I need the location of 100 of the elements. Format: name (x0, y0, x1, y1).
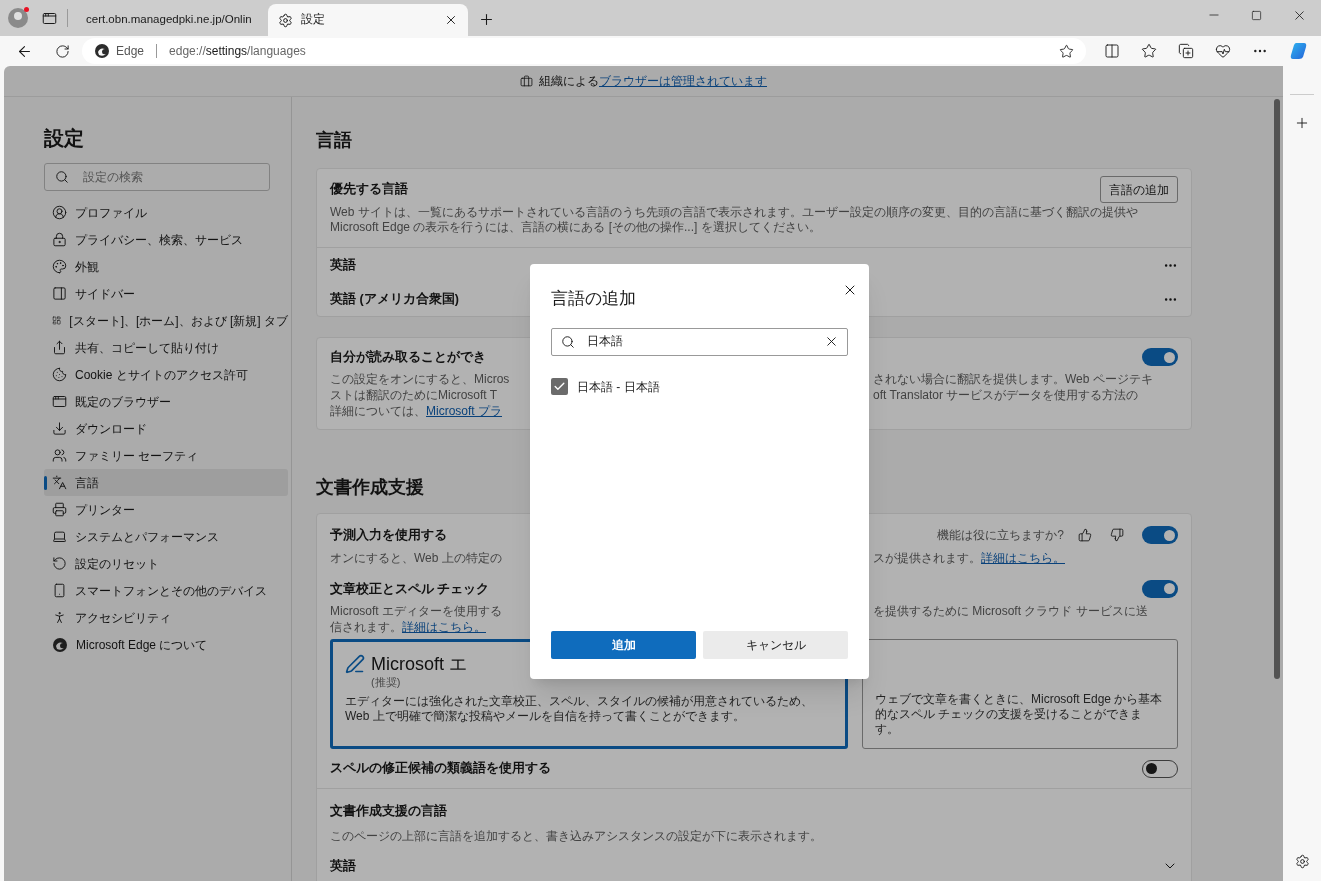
sidebar-item[interactable]: 外観 (44, 253, 288, 280)
scrollbar-thumb[interactable] (1274, 99, 1280, 679)
user-circle-icon (52, 205, 67, 220)
description-text: オンにすると、Web 上の特定の (330, 549, 502, 566)
description-text: ストは翻訳のためにMicrosoft T (330, 386, 498, 403)
sidebar-item[interactable]: プロファイル (44, 199, 288, 226)
browser-tab[interactable]: 設定 (268, 4, 468, 36)
card-title: 自分が読み取ることができ (330, 349, 486, 366)
option-card[interactable]: ウェブで文章を書くときに、Microsoft Edge から基本的なスペル チェックの支援を受けることができます。 (862, 639, 1178, 750)
description-text: このページの上部に言語を追加すると、書き込みアシスタンスの設定が下に表示されます。 (330, 828, 823, 845)
checkbox[interactable] (551, 378, 568, 395)
swirl-logo-icon (94, 43, 110, 59)
sidebar-title: 設定 (44, 126, 85, 151)
sidebar-item[interactable]: プリンター (44, 496, 288, 523)
new-tab-icon[interactable] (478, 11, 495, 28)
settings-icon (278, 12, 293, 28)
language-name: 英語 (アメリカ合衆国) (330, 290, 459, 308)
pen-icon (345, 654, 365, 675)
sidebar-item[interactable]: Microsoft Edge について (44, 631, 288, 658)
search-icon (55, 170, 69, 184)
language-search-field[interactable]: 日本語 (551, 327, 848, 356)
toggle-switch[interactable] (1142, 526, 1178, 545)
avatar-icon[interactable] (8, 8, 28, 28)
address-bar[interactable]: Edge edge://settings/languages (82, 38, 1086, 64)
language-name: 英語 (330, 857, 356, 875)
phone-icon (52, 583, 67, 598)
description-text: 詳細については、 (330, 402, 426, 419)
site-label: Edge (116, 43, 145, 60)
person-icon (52, 610, 67, 625)
add-button[interactable]: 追加 (551, 631, 696, 659)
browser-tab[interactable]: cert.obn.managedpki.ne.jp/Onlin (68, 4, 268, 36)
lock-icon (52, 232, 67, 247)
recommended-label: (推奨) (371, 675, 402, 691)
palette-icon (52, 259, 67, 274)
card-title: 文章校正とスペル チェック (330, 580, 490, 598)
feedback-text: 機能は役に立ちますか? (937, 527, 1064, 545)
sidebar-item[interactable]: 設定のリセット (44, 550, 288, 577)
thumbs-up-icon[interactable] (1078, 528, 1092, 543)
search-field[interactable]: 設定の検索 (44, 163, 270, 191)
sidebar-item[interactable]: 言語 (44, 469, 288, 496)
close-icon[interactable] (444, 13, 458, 27)
download-icon (52, 421, 67, 436)
star-icon[interactable] (1059, 43, 1074, 59)
heart-pulse-icon[interactable] (1215, 43, 1231, 59)
tab-title: cert.obn.managedpki.ne.jp/Onlin (86, 12, 252, 28)
section-heading: 文書作成支援 (316, 475, 425, 499)
tab-actions-icon[interactable] (42, 10, 57, 26)
description-text: Microsoft エディターを使用する (330, 603, 502, 620)
sidebar-item[interactable]: ファミリー セーフティ (44, 442, 288, 469)
sidebar-item[interactable]: [スタート]、[ホーム]、および [新規] タブ (44, 307, 288, 334)
details-link[interactable]: 詳細はこちら。 (981, 549, 1065, 566)
sidebar-item[interactable]: サイドバー (44, 280, 288, 307)
description-text: スが提供されます。 (873, 549, 981, 566)
card-title: 優先する言語 (330, 180, 408, 199)
toggle-switch[interactable] (1142, 348, 1178, 367)
option-title: Microsoft エ (371, 654, 467, 675)
description-text: oft Translator サービスがデータを使用する方法の (873, 386, 1139, 403)
card-title: スペルの修正候補の類義語を使用する (330, 760, 551, 778)
managed-text: 組織による (539, 73, 599, 90)
managed-link[interactable]: ブラウザーは管理されています (599, 72, 767, 90)
refresh-icon[interactable] (55, 43, 70, 59)
description-text: を提供するために Microsoft クラウド サービスに送 (873, 603, 1148, 620)
details-link[interactable]: 詳細はこちら。 (402, 619, 486, 636)
cookie-icon (52, 367, 67, 382)
cancel-button[interactable]: キャンセル (703, 631, 848, 659)
dashboard-icon (52, 313, 62, 328)
copy-plus-icon[interactable] (1178, 43, 1194, 59)
sidebar-item[interactable]: 共有、コピーして貼り付け (44, 334, 288, 361)
sidebar-item[interactable]: システムとパフォーマンス (44, 523, 288, 550)
sidebar-item[interactable]: 既定のブラウザー (44, 388, 288, 415)
toggle-switch[interactable] (1142, 759, 1178, 778)
people-icon (52, 448, 67, 463)
add-language-button[interactable]: 言語の追加 (1100, 176, 1178, 203)
section-heading: 言語 (316, 129, 353, 152)
sidebar-item[interactable]: プライバシー、検索、サービス (44, 226, 288, 253)
split-screen-icon[interactable] (1104, 43, 1120, 59)
description-text: Web サイトは、一覧にあるサポートされている言語のうち先頭の言語で表示されます。ユーザー設定の順序の変更、目的の言語に基づく翻訳の提供や Microsoft Edge の表示を行うには、言語の横にある [その他の操作...] を選択してください。 (330, 205, 1139, 235)
plus-icon[interactable] (1294, 115, 1310, 131)
sidebar-item[interactable]: ダウンロード (44, 415, 288, 442)
gradient-logo-icon[interactable] (1289, 41, 1309, 61)
sidebar-item[interactable]: Cookie とサイトのアクセス許可 (44, 361, 288, 388)
toggle-switch[interactable] (1142, 579, 1178, 598)
translate-icon (52, 475, 67, 490)
star-icon[interactable] (1141, 43, 1157, 59)
sidebar-item[interactable]: アクセシビリティ (44, 604, 288, 631)
window-icon (52, 394, 67, 409)
check-icon (553, 380, 566, 393)
sidebar-item[interactable]: スマートフォンとその他のデバイス (44, 577, 288, 604)
option-description: ウェブで文章を書くときに、Microsoft Edge から基本的なスペル チェックの支援を受けることができます。 (875, 692, 1164, 738)
thumbs-down-icon[interactable] (1110, 528, 1124, 543)
description-text: 信されます。 (330, 619, 402, 636)
panel-icon (52, 286, 67, 301)
settings-icon[interactable] (1294, 854, 1310, 869)
share-icon (52, 340, 67, 355)
maximize-icon[interactable] (1251, 9, 1262, 21)
url-text: edge://settings/languages (169, 43, 306, 60)
tab-title: 設定 (301, 12, 326, 28)
privacy-link[interactable]: Microsoft プラ (426, 402, 502, 419)
reset-icon (52, 556, 67, 571)
dialog-title: 言語の追加 (551, 288, 636, 310)
